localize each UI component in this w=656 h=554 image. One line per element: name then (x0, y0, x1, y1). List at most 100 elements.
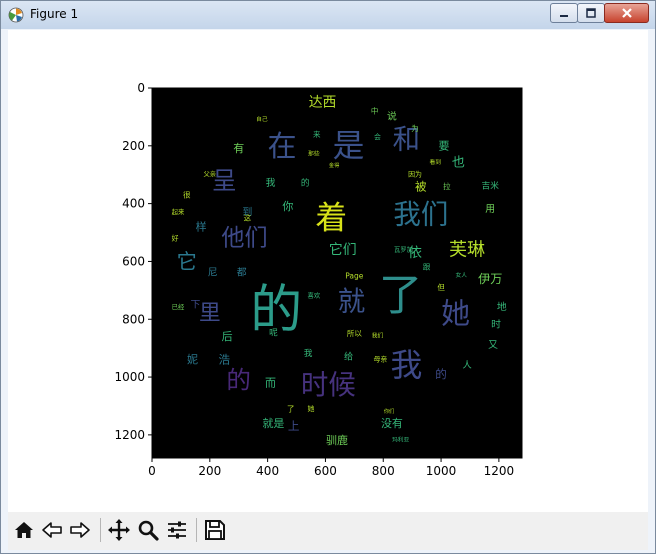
word-cloud-word: 看到 (430, 158, 442, 166)
word-cloud-word: 下 (190, 299, 200, 310)
word-cloud-word: 伊万 (478, 272, 502, 286)
y-tick-label: 600 (122, 254, 145, 268)
y-tick-label: 0 (137, 81, 145, 95)
word-cloud-word: 我们 (372, 332, 384, 340)
word-cloud-word: 但 (437, 282, 445, 292)
word-cloud-word: 是 (333, 127, 365, 164)
word-cloud-word: 那些 (308, 149, 320, 157)
back-arrow-icon (42, 522, 62, 538)
word-cloud-word: 这 (244, 213, 252, 223)
word-cloud-word: 跟 (423, 263, 431, 272)
figure-client-area: 的了是在和着我们她就我时候的他们呈它里芙琳 达西 它们依伊万 驯鹿 没有 就是有也被要浩妮… (8, 30, 648, 550)
figure-canvas[interactable]: 的了是在和着我们她就我时候的他们呈它里芙琳 达西 它们依伊万 驯鹿 没有 就是有也被要浩妮… (8, 30, 648, 510)
word-cloud-word: 金得 (329, 161, 339, 169)
word-cloud-word: 用 (485, 204, 495, 215)
word-cloud-word: 都 (237, 267, 247, 279)
word-cloud-word: 吉米 (482, 179, 500, 191)
home-button[interactable] (12, 518, 36, 542)
y-tick-label: 200 (122, 139, 145, 153)
word-cloud-word: 我 (304, 348, 313, 359)
word-cloud-word: 起来 (172, 208, 185, 216)
navigation-toolbar (8, 512, 648, 550)
word-cloud-word: 被 (415, 179, 427, 193)
word-cloud-word: 地 (497, 300, 507, 313)
word-cloud-word: 好 (172, 233, 179, 242)
word-cloud-word: 已经 (172, 302, 185, 311)
forward-arrow-icon (70, 522, 90, 538)
word-cloud-word: 样 (196, 219, 207, 233)
word-cloud-word: 来 (313, 130, 321, 139)
zoom-icon (138, 520, 159, 541)
word-cloud-word: 在 (268, 129, 297, 163)
word-cloud-word: 就 (338, 286, 365, 317)
word-cloud-word: 你们 (384, 407, 394, 415)
word-cloud-word: 浩 (218, 353, 230, 367)
word-cloud-word: 了 (379, 271, 422, 321)
maximize-icon (586, 8, 596, 18)
word-cloud-word: 要 (438, 139, 449, 152)
word-cloud-word: 时 (491, 319, 501, 331)
close-icon (621, 8, 632, 18)
y-tick-label: 1000 (114, 370, 145, 384)
word-cloud-word: Page (345, 271, 364, 280)
word-cloud-word: 尼 (208, 267, 218, 279)
word-cloud-word: 会 (374, 132, 381, 141)
x-tick-label: 200 (198, 464, 221, 478)
word-cloud-word: 没有 (381, 416, 403, 430)
word-cloud-word: 给 (344, 350, 353, 362)
word-cloud-word: 的 (301, 176, 310, 188)
word-cloud-word: 所以 (347, 328, 362, 338)
word-cloud-word: 后 (222, 330, 233, 343)
word-cloud-word: 拉 (443, 181, 451, 191)
word-cloud-word: 因为 (408, 170, 422, 179)
window-title: Figure 1 (30, 7, 79, 21)
forward-button[interactable] (68, 518, 92, 542)
zoom-button[interactable] (136, 518, 160, 542)
minimize-button[interactable] (550, 3, 578, 23)
word-cloud-word: 母亲 (373, 355, 387, 364)
word-cloud-word: 自己 (256, 115, 268, 123)
pan-button[interactable] (107, 518, 131, 542)
y-tick-label: 800 (122, 312, 145, 326)
x-tick-label: 800 (372, 464, 395, 478)
x-tick-label: 400 (256, 464, 279, 478)
word-cloud-word: 你 (282, 200, 293, 213)
subplots-icon (168, 521, 186, 539)
word-cloud-word: 呢 (269, 328, 278, 339)
save-button[interactable] (203, 518, 227, 542)
maximize-button[interactable] (577, 3, 605, 23)
minimize-icon (560, 15, 568, 17)
word-cloud-word: 时候 (301, 370, 356, 401)
title-bar[interactable]: Figure 1 (1, 1, 655, 29)
x-tick-label: 1200 (484, 464, 515, 478)
word-cloud-word: 说 (387, 109, 397, 122)
word-cloud-word: 父亲 (203, 169, 216, 178)
word-cloud-word: 而 (265, 376, 276, 389)
word-cloud-word: 上 (288, 419, 300, 433)
word-cloud-word: 喜欢 (308, 291, 321, 300)
word-cloud-word: 就是 (262, 416, 284, 430)
word-cloud-word: 我 (390, 347, 422, 384)
word-cloud-word: 人 (462, 360, 471, 371)
word-cloud-word: 她 (441, 296, 470, 330)
word-cloud-word: 瓦罗加 (394, 244, 413, 253)
word-cloud-word: 它们 (329, 241, 357, 258)
plot-svg: 的了是在 和着 我们她就我时候的他们呈它里芙琳达西它们 依伊万驯鹿没有就是有也被要浩妮… (114, 81, 523, 478)
word-cloud-word: 达西 (309, 94, 337, 110)
word-cloud-word: 了 (287, 404, 295, 413)
word-cloud-word: 芙琳 (449, 239, 485, 260)
x-tick-label: 0 (148, 464, 156, 478)
home-icon (15, 522, 33, 538)
back-button[interactable] (40, 518, 64, 542)
word-cloud-word: 妮 (187, 352, 198, 366)
word-cloud-word: 着 (315, 200, 347, 237)
x-tick-label: 1000 (426, 464, 457, 478)
toolbar-separator (100, 518, 101, 542)
close-button[interactable] (604, 3, 649, 23)
configure-subplots-button[interactable] (165, 518, 189, 542)
word-cloud-word: 玛利亚 (392, 436, 410, 444)
word-cloud-word: 也 (452, 156, 465, 171)
word-cloud-word: 中 (371, 106, 379, 116)
y-tick-label: 1200 (114, 428, 145, 442)
pan-icon (108, 519, 130, 541)
